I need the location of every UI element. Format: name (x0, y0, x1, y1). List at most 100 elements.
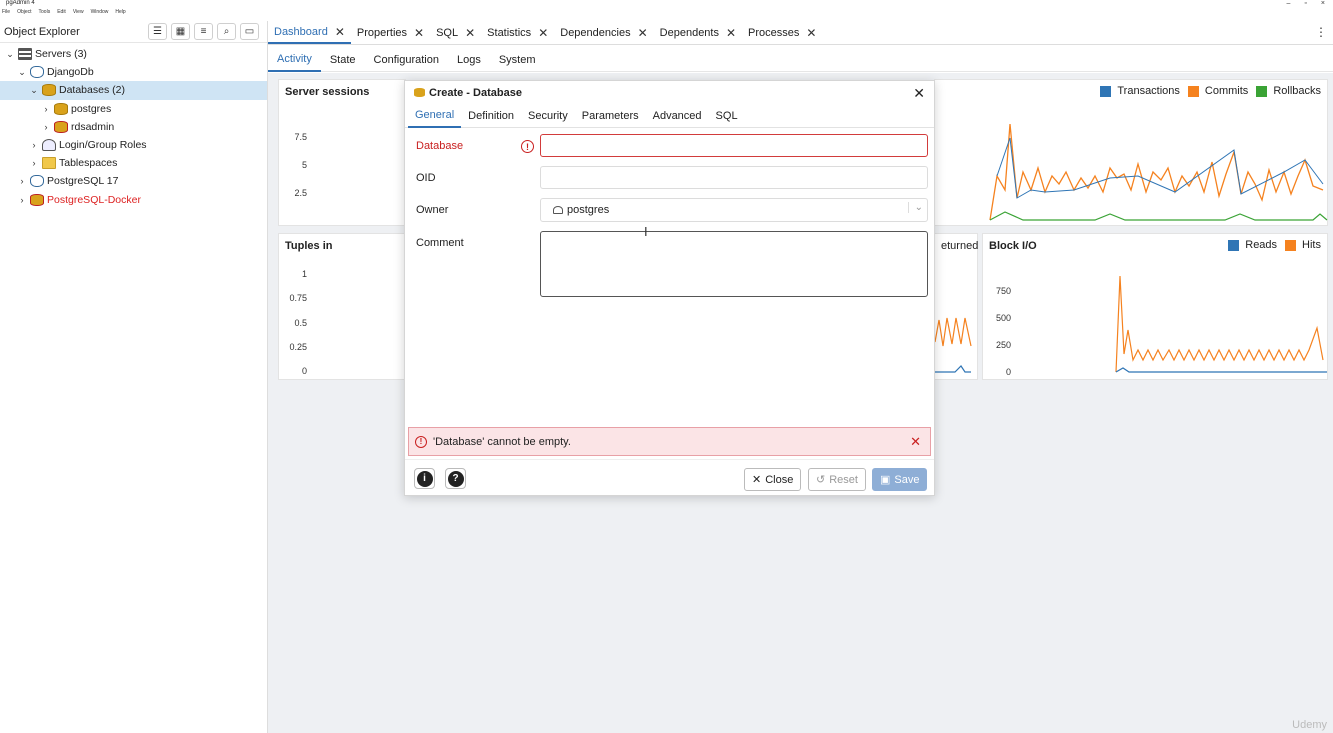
menu-item[interactable]: View (73, 9, 84, 19)
dialog-footer: i ? ✕ Close ↺ Reset ▣ Save (405, 459, 934, 495)
owner-value: postgres (553, 204, 609, 216)
tree-node[interactable]: › PostgreSQL-Docker (0, 191, 267, 209)
chevron-down-icon[interactable]: ⌄ (4, 49, 16, 60)
subtab-state[interactable]: State (321, 48, 365, 72)
postgres-elephant-icon (30, 66, 44, 79)
close-button[interactable]: ✕ Close (744, 468, 802, 491)
subtab-activity[interactable]: Activity (268, 48, 321, 72)
database-name-input[interactable] (540, 134, 928, 157)
main-tabs: Dashboard ✕ Properties ✕ SQL ✕ Statistics ✕ Depe… (268, 21, 1333, 45)
dialog-tab-security[interactable]: Security (521, 104, 575, 128)
tab-properties[interactable]: Properties ✕ (351, 21, 430, 44)
tree-node[interactable]: ⌄ DjangoDb (0, 63, 267, 81)
tuples-returned-panel: eturned (934, 233, 978, 380)
database-disconnected-icon (54, 120, 68, 133)
tree-node-label: Databases (2) (59, 84, 125, 97)
filter-rows-icon[interactable]: ≡ (194, 23, 213, 40)
info-button[interactable]: i (414, 468, 435, 489)
comment-textarea[interactable] (540, 231, 928, 297)
subtab-configuration[interactable]: Configuration (365, 48, 448, 72)
reset-button[interactable]: ↺ Reset (808, 468, 866, 491)
close-tab-icon[interactable]: ✕ (538, 26, 548, 40)
tuples-in-title: Tuples in (285, 240, 333, 252)
chevron-right-icon[interactable]: › (40, 104, 52, 114)
menu-item[interactable]: Help (115, 9, 125, 19)
tab-dependents[interactable]: Dependents ✕ (654, 21, 742, 44)
close-icon: ✕ (752, 474, 762, 486)
info-icon: i (416, 470, 433, 487)
search-icon[interactable]: ⌕ (217, 23, 236, 40)
close-tab-icon[interactable]: ✕ (726, 26, 736, 40)
dismiss-error-icon[interactable]: ✕ (910, 434, 921, 450)
axis-tick: 7.5 (294, 132, 307, 142)
tree-node-label: DjangoDb (47, 66, 94, 79)
create-database-dialog: Create - Database ✕ General Definition Sec… (404, 80, 935, 496)
tab-sql[interactable]: SQL ✕ (430, 21, 481, 44)
user-icon (553, 206, 563, 215)
object-tree: ⌄ Servers (3) ⌄ DjangoDb ⌄ Databases (2) › post… (0, 43, 267, 209)
tree-node[interactable]: › postgres (0, 100, 267, 118)
maximize-icon[interactable]: ▫ (1304, 0, 1306, 7)
close-tab-icon[interactable]: ✕ (414, 26, 424, 40)
chevron-right-icon[interactable]: › (16, 195, 28, 205)
close-tab-icon[interactable]: ✕ (335, 25, 345, 39)
close-tab-icon[interactable]: ✕ (806, 26, 816, 40)
help-button[interactable]: ? (445, 468, 466, 489)
psql-tool-icon[interactable]: ▭ (240, 23, 259, 40)
tab-statistics[interactable]: Statistics ✕ (481, 21, 554, 44)
close-tab-icon[interactable]: ✕ (638, 26, 648, 40)
chevron-right-icon[interactable]: › (28, 158, 40, 168)
menu-item[interactable]: File (2, 9, 10, 19)
tab-dashboard[interactable]: Dashboard ✕ (268, 21, 351, 44)
menu-item[interactable]: Edit (57, 9, 66, 19)
chevron-down-icon[interactable]: ⌄ (16, 67, 28, 78)
subtab-logs[interactable]: Logs (448, 48, 490, 72)
error-message-bar: ! 'Database' cannot be empty. ✕ (408, 427, 931, 456)
close-label: Close (765, 473, 794, 486)
block-io-chart (1115, 275, 1327, 373)
tree-node[interactable]: ⌄ Databases (2) (0, 81, 267, 100)
chevron-right-icon[interactable]: › (16, 176, 28, 186)
tuples-returned-chart (935, 317, 972, 373)
dialog-title: Create - Database (429, 86, 522, 99)
menu-item[interactable]: Tools (39, 9, 51, 19)
tree-node[interactable]: › Login/Group Roles (0, 136, 267, 154)
owner-select[interactable]: postgres ⌄ (540, 198, 928, 222)
minimize-icon[interactable]: – (1287, 0, 1291, 7)
transactions-chart (989, 123, 1328, 221)
tab-processes[interactable]: Processes ✕ (742, 21, 822, 44)
close-tab-icon[interactable]: ✕ (465, 26, 475, 40)
tab-label: Processes (748, 26, 800, 39)
menu-item[interactable]: Window (91, 9, 109, 19)
reset-icon: ↺ (816, 474, 826, 486)
more-options-icon[interactable]: ⋮ (1315, 25, 1327, 39)
postgres-disconnected-icon (30, 193, 44, 206)
chevron-down-icon[interactable]: ⌄ (28, 85, 40, 96)
query-tool-icon[interactable]: ☰ (148, 23, 167, 40)
tree-node[interactable]: ⌄ Servers (3) (0, 45, 267, 63)
tab-dependencies[interactable]: Dependencies ✕ (554, 21, 653, 44)
menu-bar: File Object Tools Edit View Window Help (0, 9, 1333, 19)
subtab-system[interactable]: System (490, 48, 545, 72)
dialog-tab-parameters[interactable]: Parameters (575, 104, 646, 128)
oid-input[interactable] (540, 166, 928, 189)
tree-node[interactable]: › Tablespaces (0, 154, 267, 172)
save-button[interactable]: ▣ Save (872, 468, 928, 491)
tablespaces-icon (42, 157, 56, 170)
dialog-tab-definition[interactable]: Definition (461, 104, 521, 128)
dialog-tabs: General Definition Security Parameters Advan… (405, 104, 934, 128)
chevron-down-icon[interactable]: ⌄ (907, 202, 923, 213)
view-data-icon[interactable]: ▦ (171, 23, 190, 40)
dialog-close-icon[interactable]: ✕ (913, 85, 925, 102)
menu-item[interactable]: Object (17, 9, 31, 19)
tree-node[interactable]: › PostgreSQL 17 (0, 172, 267, 190)
dialog-tab-sql[interactable]: SQL (709, 104, 745, 128)
tree-node[interactable]: › rdsadmin (0, 118, 267, 136)
error-message: 'Database' cannot be empty. (433, 435, 571, 448)
close-window-icon[interactable]: × (1321, 0, 1325, 7)
dialog-tab-advanced[interactable]: Advanced (646, 104, 709, 128)
chevron-right-icon[interactable]: › (40, 122, 52, 132)
window-title: pgAdmin 4 (6, 0, 35, 6)
chevron-right-icon[interactable]: › (28, 140, 40, 150)
dialog-tab-general[interactable]: General (408, 104, 462, 128)
